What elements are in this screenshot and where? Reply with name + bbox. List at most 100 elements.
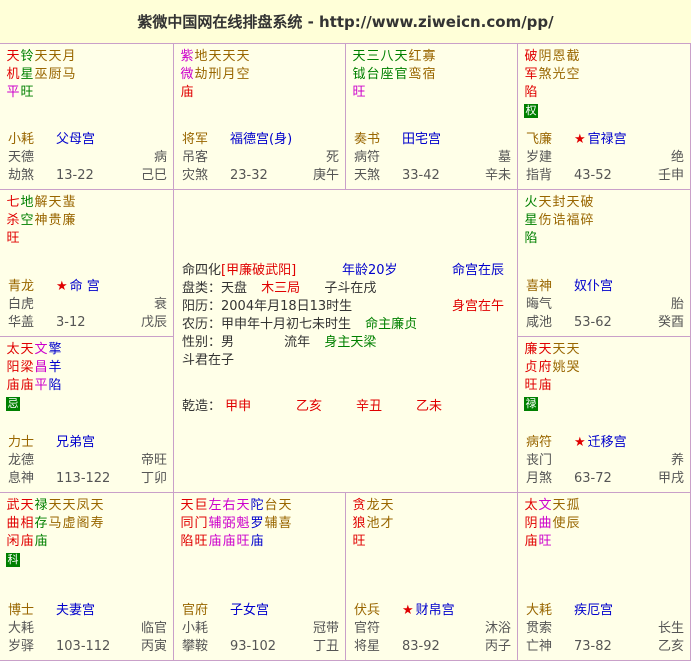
- star-char: 马: [48, 516, 62, 531]
- star-char: 存: [34, 516, 48, 531]
- palace-chou: 天同陷巨门旺左辅庙右弼庙天魁旺陀罗庙台辅天喜官府 子女宫 小耗 冠带 攀鞍 93-102 丁…: [174, 493, 346, 661]
- palace-row1: 大耗 疾厄宫: [526, 602, 684, 620]
- star-brightness: [48, 230, 62, 248]
- star-char: 曲: [6, 516, 20, 531]
- star-char: 天: [20, 342, 34, 357]
- star-brightness: 庙: [524, 534, 538, 549]
- star-column: 文曲旺: [538, 497, 552, 551]
- star-char: 光: [552, 67, 566, 82]
- palace-chen: 七杀旺地空解神天贵蜚廉青龙 ★ 命 宫白虎衰华盖 3-12 戊辰: [0, 190, 174, 337]
- age-range: 83-92: [402, 639, 440, 654]
- palace-ganzhi: 庚午: [312, 168, 339, 183]
- palace-row1: 伏兵 ★ 财帛宫: [354, 602, 511, 620]
- star-column: 天府庙: [538, 341, 552, 395]
- palace-info: 喜神 奴仆宫 晦气 胎咸池 53-62 癸酉: [526, 278, 684, 332]
- palace-row3: 咸池 53-62 癸酉: [526, 314, 684, 332]
- star-brightness: 陷: [180, 534, 194, 549]
- palace-row1: 喜神 奴仆宫: [526, 278, 684, 296]
- palace-shen: 破军陷阴煞恩光截空权飞廉 ★ 官禄宫 岁建绝指背 43-52 壬申: [518, 44, 691, 190]
- star-char: 台: [264, 498, 278, 513]
- palace-name[interactable]: 父母宫: [56, 131, 95, 149]
- palace-you: 火星陷天伤封诰天福破碎喜神 奴仆宫 晦气胎咸池 53-62 癸酉: [518, 190, 691, 337]
- palace-name[interactable]: 兄弟宫: [56, 434, 95, 452]
- star-char: 月: [222, 67, 236, 82]
- palace-name[interactable]: 财帛宫: [416, 602, 455, 620]
- star-char: 红: [408, 49, 422, 64]
- suiqian-star: 天德: [8, 150, 35, 165]
- star-char: 紫: [180, 49, 194, 64]
- star-brightness: 庙: [538, 378, 552, 393]
- star-char: 天: [48, 195, 62, 210]
- star-column: 擎羊陷: [48, 341, 62, 395]
- boshi-star: 病符: [526, 435, 553, 450]
- star-column: 天伤: [538, 194, 552, 248]
- star-char: 文: [538, 498, 552, 513]
- star-column: 地劫: [194, 48, 208, 102]
- jiangqian-star: 息神: [8, 471, 35, 486]
- palace-name[interactable]: 田宅宫: [402, 131, 441, 149]
- star-char: 辅: [208, 516, 222, 531]
- star-column: 阴煞: [538, 48, 552, 102]
- star-column: 天喜: [278, 497, 292, 551]
- palace-name[interactable]: 迁移宫: [588, 434, 627, 452]
- star-char: 天: [48, 49, 62, 64]
- star-column: 恩光: [552, 48, 566, 102]
- star-brightness: 旺: [538, 534, 552, 549]
- palace-row1: 青龙 ★ 命 宫: [8, 278, 167, 296]
- suiqian-star: 晦气: [526, 297, 553, 312]
- star-column: 天哭: [566, 341, 580, 395]
- palace-name[interactable]: 疾厄宫: [574, 602, 613, 620]
- star-char: 地: [20, 195, 34, 210]
- star-char: 天: [278, 498, 292, 513]
- palace-row2: 天德 病: [8, 149, 167, 167]
- star-char: 左: [208, 498, 222, 513]
- star-column: 文昌平: [34, 341, 48, 395]
- suiqian-star: 岁建: [526, 150, 553, 165]
- palace-name[interactable]: 福德宫(身): [230, 131, 292, 149]
- star-column: 天空: [236, 48, 250, 102]
- palace-row2: 小耗 冠带: [182, 620, 339, 638]
- palace-name[interactable]: 奴仆宫: [574, 278, 613, 296]
- jiangqian-star: 咸池: [526, 315, 553, 330]
- palace-name[interactable]: 官禄宫: [588, 131, 627, 149]
- star-marker-icon: ★: [56, 279, 68, 294]
- star-column: 天厨: [48, 48, 62, 102]
- palace-name[interactable]: 夫妻宫: [56, 602, 95, 620]
- star-char: 微: [180, 67, 194, 82]
- star-brightness: 旺: [194, 534, 208, 549]
- star-char: 右: [222, 498, 236, 513]
- palace-zi: 贪狼旺龙池天才伏兵 ★ 财帛宫 官符 沐浴 将星 83-92 丙子: [346, 493, 518, 661]
- palace-row1: 病符 ★ 迁移宫: [526, 434, 684, 452]
- star-column: 红鸾: [408, 48, 422, 102]
- star-column: 天官: [394, 48, 408, 102]
- star-char: 解: [34, 195, 48, 210]
- palace-row2: 大耗 临官: [8, 620, 167, 638]
- age-range: 43-52: [574, 168, 612, 183]
- star-brightness: [552, 230, 566, 248]
- star-char: 官: [394, 67, 408, 82]
- star-brightness: 陷: [48, 378, 62, 393]
- age-range: 33-42: [402, 168, 440, 183]
- star-char: 天: [552, 498, 566, 513]
- palace-name[interactable]: 命 宫: [70, 278, 100, 296]
- star-char: 使: [552, 516, 566, 531]
- palace-row2: 龙德 帝旺: [8, 452, 167, 470]
- star-column: 贪狼旺: [352, 497, 366, 551]
- star-brightness: [380, 533, 394, 551]
- star-brightness: 旺: [20, 85, 34, 100]
- star-char: 天: [20, 498, 34, 513]
- star-char: 碎: [580, 213, 594, 228]
- star-column: 右弼庙: [222, 497, 236, 551]
- star-char: 七: [6, 195, 20, 210]
- boshi-star: 大耗: [526, 603, 553, 618]
- star-column: 破碎: [580, 194, 594, 248]
- palace-ganzhi: 丁卯: [140, 471, 167, 486]
- star-char: 天: [6, 49, 20, 64]
- star-brightness: [76, 533, 90, 551]
- palace-info: 将军 福德宫(身) 吊客 死灾煞 23-32 庚午: [182, 131, 339, 185]
- jiangqian-star: 华盖: [8, 315, 35, 330]
- palace-name[interactable]: 子女宫: [230, 602, 269, 620]
- star-char: 八: [380, 49, 394, 64]
- jiangqian-star: 月煞: [526, 471, 553, 486]
- palace-row1: 小耗 父母宫: [8, 131, 167, 149]
